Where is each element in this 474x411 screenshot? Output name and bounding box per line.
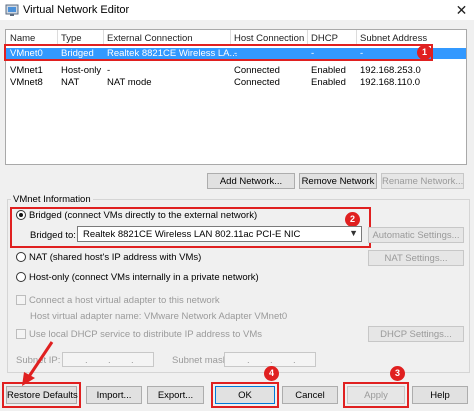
column-header-type[interactable]: Type xyxy=(61,33,82,44)
cell-type: NAT xyxy=(61,77,80,88)
annotation-arrow-icon xyxy=(22,341,54,386)
network-row-vmnet8[interactable]: VMnet8 NAT NAT mode Connected Enabled 19… xyxy=(6,77,466,88)
cell-dhcp: Enabled xyxy=(311,77,346,88)
column-separator xyxy=(307,30,308,44)
ok-button[interactable]: OK xyxy=(215,386,275,404)
help-button[interactable]: Help xyxy=(412,386,468,404)
ip-separator: . xyxy=(247,355,250,366)
import-button[interactable]: Import... xyxy=(86,386,142,404)
remove-network-button[interactable]: Remove Network xyxy=(299,173,377,189)
ip-separator: . xyxy=(85,355,88,366)
column-separator xyxy=(103,30,104,44)
highlight-box-selected-network xyxy=(4,44,433,61)
cell-name: VMnet8 xyxy=(10,77,43,88)
column-header-dhcp[interactable]: DHCP xyxy=(311,33,338,44)
annotation-badge-4: 4 xyxy=(264,366,279,381)
host-only-radio[interactable] xyxy=(16,272,26,282)
cancel-button[interactable]: Cancel xyxy=(282,386,338,404)
nat-radio[interactable] xyxy=(16,252,26,262)
radio-selected-dot xyxy=(19,213,23,217)
subnet-ip-input[interactable]: . . . xyxy=(62,352,154,367)
bridged-label[interactable]: Bridged (connect VMs directly to the ext… xyxy=(29,210,257,221)
close-icon[interactable]: ✕ xyxy=(449,0,474,20)
cell-external-connection: NAT mode xyxy=(107,77,152,88)
vmware-network-icon xyxy=(5,4,19,16)
export-button[interactable]: Export... xyxy=(147,386,204,404)
column-header-name[interactable]: Name xyxy=(10,33,35,44)
column-header-subnet-address[interactable]: Subnet Address xyxy=(360,33,427,44)
column-separator xyxy=(356,30,357,44)
column-separator xyxy=(230,30,231,44)
network-row-vmnet1[interactable]: VMnet1 Host-only - Connected Enabled 192… xyxy=(6,65,466,76)
annotation-badge-3: 3 xyxy=(390,366,405,381)
bridged-to-label: Bridged to: xyxy=(30,230,76,241)
cell-name: VMnet1 xyxy=(10,65,43,76)
cell-type: Host-only xyxy=(61,65,102,76)
nat-settings-button[interactable]: NAT Settings... xyxy=(368,250,464,266)
cell-dhcp: Enabled xyxy=(311,65,346,76)
window-title: Virtual Network Editor xyxy=(23,4,130,16)
cell-external-connection: - xyxy=(107,65,111,76)
automatic-settings-button[interactable]: Automatic Settings... xyxy=(368,227,464,243)
ip-separator: . xyxy=(270,355,273,366)
host-only-label[interactable]: Host-only (connect VMs internally in a p… xyxy=(29,272,259,283)
cell-subnet-address: 192.168.110.0 xyxy=(360,77,421,88)
annotation-badge-1: 1 xyxy=(417,45,432,60)
restore-defaults-button[interactable]: Restore Defaults xyxy=(6,386,78,404)
bridged-to-select[interactable]: Realtek 8821CE Wireless LAN 802.11ac PCI… xyxy=(77,226,362,242)
column-header-external-connection[interactable]: External Connection xyxy=(107,33,193,44)
bridged-to-value: Realtek 8821CE Wireless LAN 802.11ac PCI… xyxy=(83,229,301,240)
apply-button[interactable]: Apply xyxy=(347,386,405,404)
column-separator xyxy=(57,30,58,44)
add-network-button[interactable]: Add Network... xyxy=(207,173,295,189)
vmnet-information-title: VMnet Information xyxy=(11,194,93,205)
connect-adapter-checkbox[interactable] xyxy=(16,295,26,305)
cell-host-connection: Connected xyxy=(234,65,280,76)
ip-separator: . xyxy=(108,355,111,366)
connect-adapter-label[interactable]: Connect a host virtual adapter to this n… xyxy=(29,295,220,306)
cell-subnet-address: 192.168.253.0 xyxy=(360,65,421,76)
nat-label[interactable]: NAT (shared host's IP address with VMs) xyxy=(29,252,201,263)
bridged-radio[interactable] xyxy=(16,210,26,220)
chevron-down-icon[interactable]: ▼ xyxy=(349,228,358,238)
ip-separator: . xyxy=(293,355,296,366)
rename-network-button[interactable]: Rename Network... xyxy=(381,173,464,189)
ip-separator: . xyxy=(131,355,134,366)
column-header-host-connection[interactable]: Host Connection xyxy=(234,33,304,44)
dhcp-settings-button[interactable]: DHCP Settings... xyxy=(368,326,464,342)
adapter-name-text: Host virtual adapter name: VMware Networ… xyxy=(30,311,288,322)
subnet-mask-label: Subnet mask: xyxy=(172,355,231,366)
annotation-badge-2: 2 xyxy=(345,212,360,227)
cell-host-connection: Connected xyxy=(234,77,280,88)
subnet-mask-input[interactable]: . . . xyxy=(224,352,316,367)
dhcp-label[interactable]: Use local DHCP service to distribute IP … xyxy=(29,329,262,340)
